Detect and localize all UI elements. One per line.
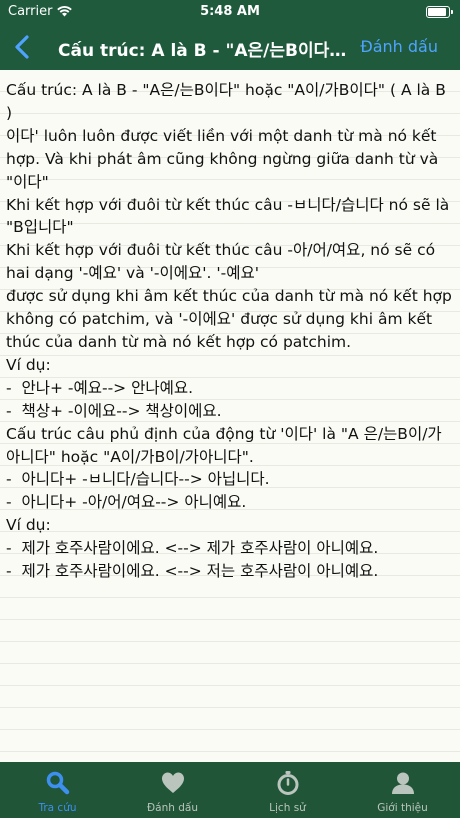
navigation-bar: Cấu trúc: A là B - "A은/는B이다" hoặc "A이/가B… <box>0 24 460 70</box>
search-icon <box>46 771 69 795</box>
tab-about[interactable]: Giới thiệu <box>345 762 460 818</box>
lesson-text: Cấu trúc: A là B - "A은/는B이다" hoặc "A이/가B… <box>6 81 452 581</box>
status-bar: Carrier 5:48 AM <box>0 0 460 24</box>
bookmark-button[interactable]: Đánh dấu <box>360 37 438 56</box>
lesson-content[interactable]: Cấu trúc: A là B - "A은/는B이다" hoặc "A이/가B… <box>0 70 460 762</box>
person-icon <box>391 772 414 794</box>
tab-search[interactable]: Tra cứu <box>0 762 115 818</box>
page-title: Cấu trúc: A là B - "A은/는B이다" hoặc "A이/가B… <box>58 41 350 61</box>
tab-bookmarks[interactable]: Đánh dấu <box>115 762 230 818</box>
tab-search-label: Tra cứu <box>38 802 77 814</box>
tab-history[interactable]: Lịch sử <box>230 762 345 818</box>
tab-bar: Tra cứu Đánh dấu Lịch sử Giới thiệu <box>0 762 460 818</box>
back-button[interactable] <box>10 32 38 62</box>
chevron-left-icon <box>15 35 29 59</box>
heart-icon <box>161 772 184 793</box>
stopwatch-icon <box>277 771 298 795</box>
app-screen: Carrier 5:48 AM Cấu trúc: A là B - "A은/는… <box>0 0 460 818</box>
tab-history-label: Lịch sử <box>269 802 306 814</box>
status-time: 5:48 AM <box>200 4 260 19</box>
tab-about-label: Giới thiệu <box>377 802 428 814</box>
battery-icon <box>426 6 453 18</box>
tab-bookmarks-label: Đánh dấu <box>147 802 198 814</box>
